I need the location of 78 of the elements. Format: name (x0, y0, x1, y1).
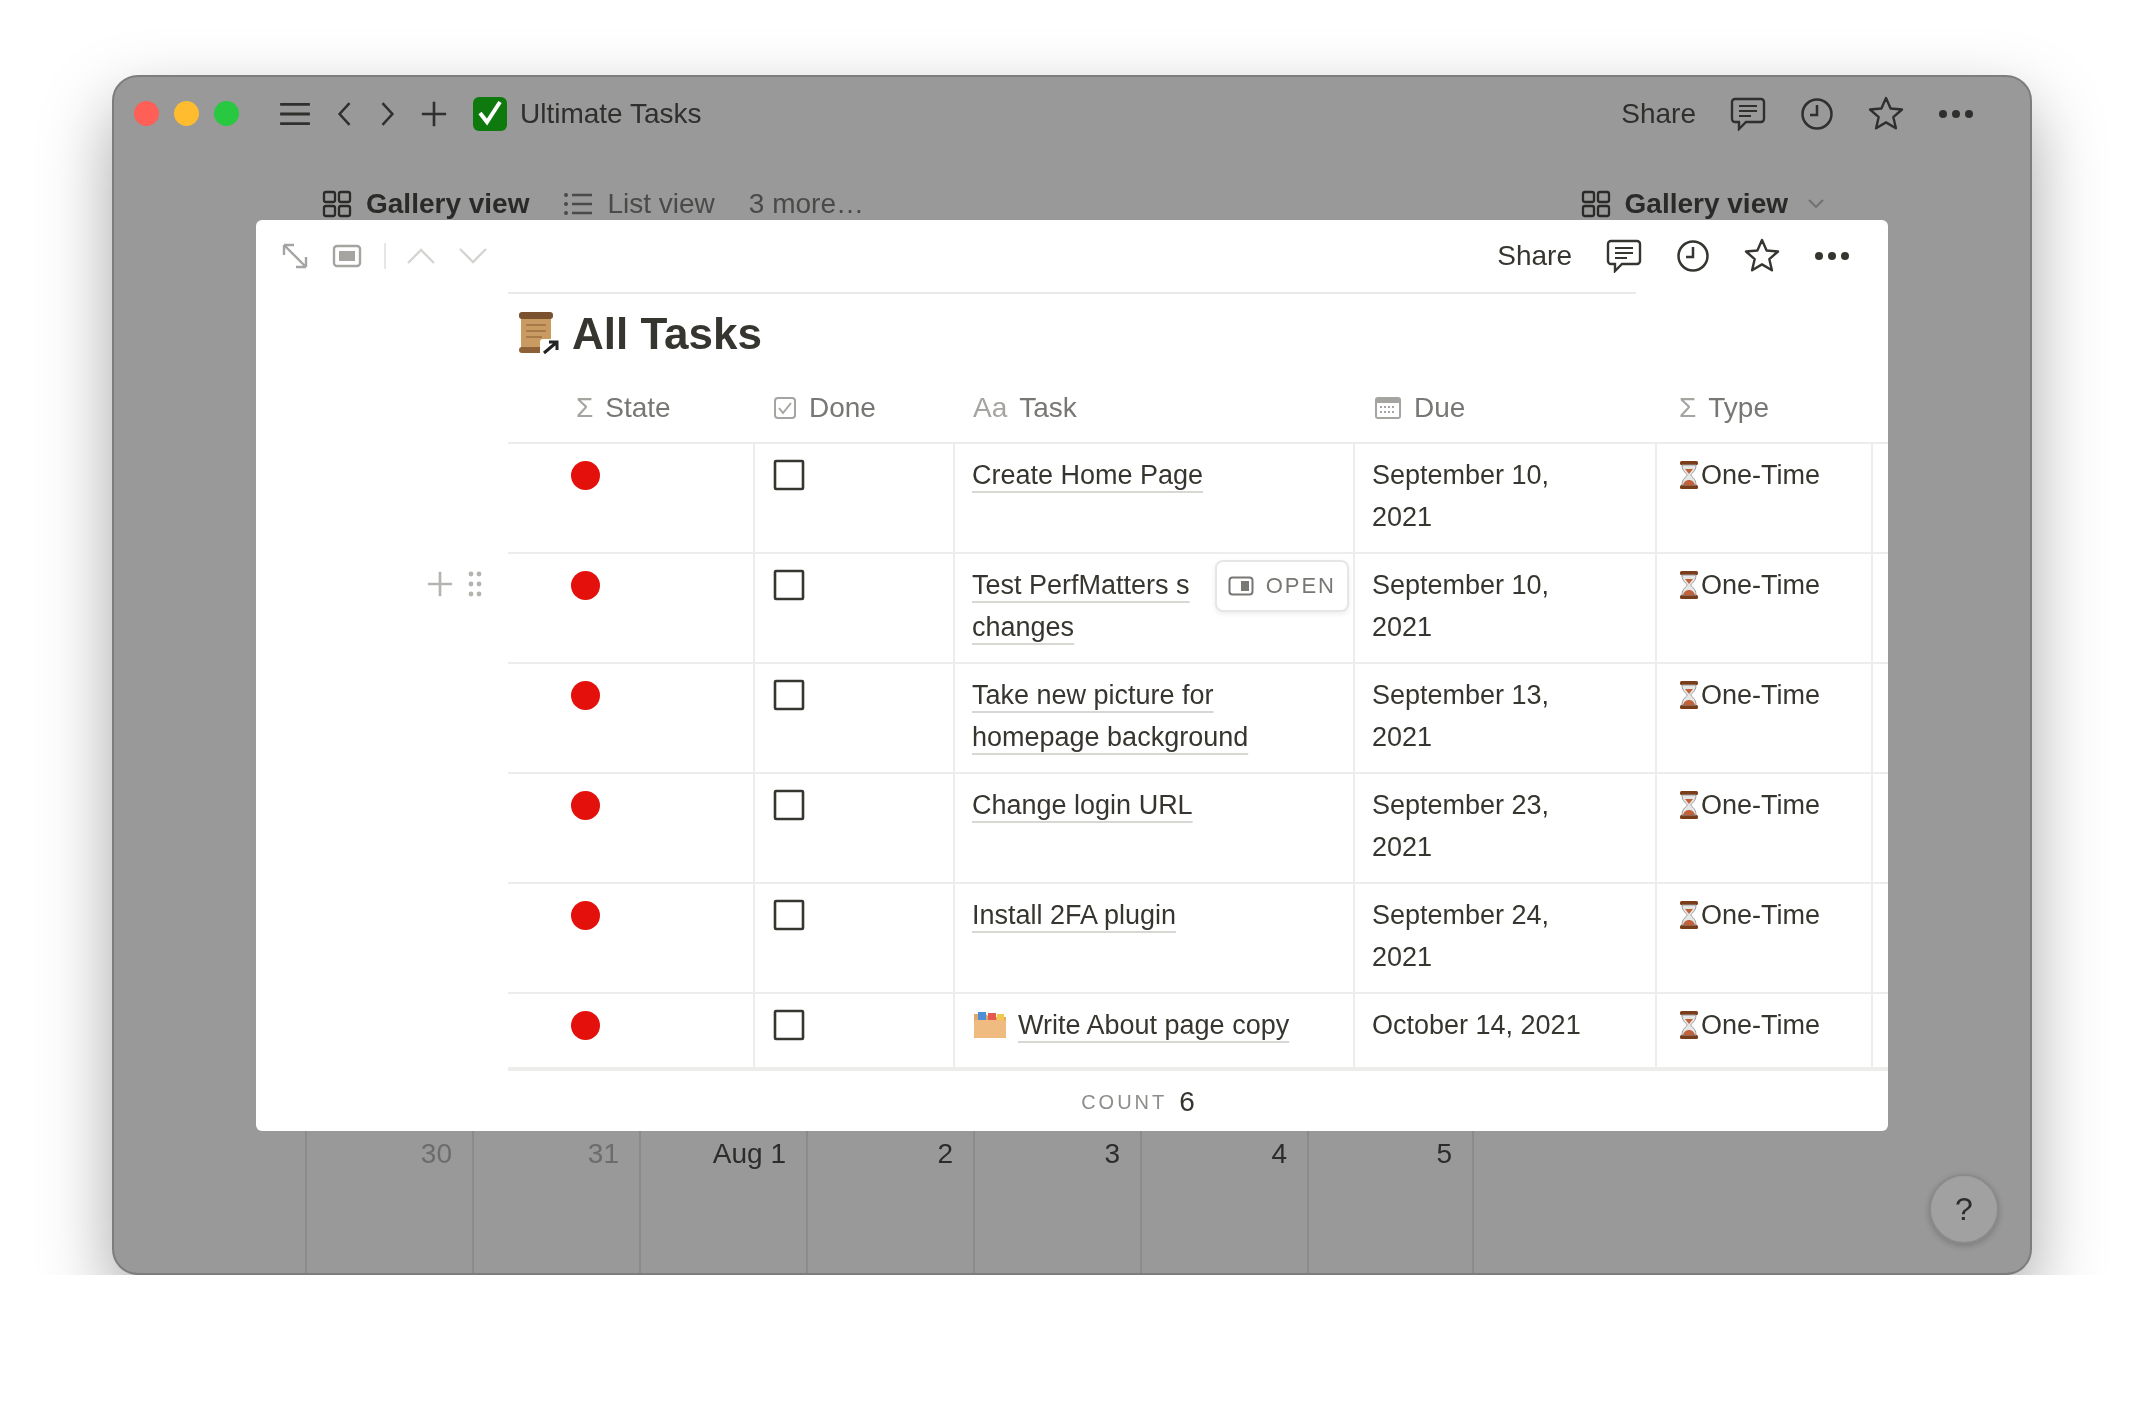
checkbox[interactable] (773, 1009, 805, 1041)
hourglass-icon (1679, 790, 1699, 820)
star-icon[interactable] (1868, 95, 1904, 132)
scroll-link-icon (516, 311, 562, 357)
star-icon[interactable] (1744, 238, 1780, 274)
side-panel-icon (1227, 576, 1254, 596)
grid-icon (322, 190, 352, 218)
help-button[interactable]: ? (1929, 1174, 1999, 1244)
count-value: 6 (1179, 1086, 1195, 1118)
due-date: September 23, 2021 (1372, 789, 1551, 864)
list-icon (563, 192, 594, 216)
text-type-icon: Aa (973, 392, 1008, 424)
day-number: 3 (1104, 1138, 1120, 1169)
table-row[interactable]: Take new picture for homepage background September 13, 2021 One-Time (508, 664, 1888, 774)
checkbox[interactable] (773, 899, 805, 931)
view-dropdown[interactable]: Gallery view (1580, 188, 1824, 220)
day-number: Aug 1 (712, 1138, 786, 1169)
calendar-icon (1374, 396, 1402, 420)
share-button[interactable]: Share (1621, 97, 1696, 130)
add-icon[interactable] (420, 99, 448, 128)
type-label: One-Time (1701, 899, 1821, 932)
hourglass-icon (1679, 1010, 1699, 1040)
sigma-icon: Σ (576, 392, 594, 424)
count-label: COUNT (1081, 1090, 1168, 1114)
drag-handle-icon[interactable] (468, 571, 482, 597)
type-label: One-Time (1701, 459, 1821, 492)
table-row[interactable]: Change login URL September 23, 2021 One-Time (508, 774, 1888, 884)
column-header[interactable]: Done (809, 392, 876, 424)
checkbox[interactable] (773, 459, 805, 491)
day-number: 4 (1271, 1138, 1287, 1169)
share-button[interactable]: Share (1497, 240, 1572, 272)
column-header[interactable]: State (605, 392, 671, 424)
grid-icon (1580, 190, 1611, 218)
view-tab[interactable]: List view (563, 188, 715, 220)
hourglass-icon (1679, 570, 1699, 600)
hourglass-icon (1679, 680, 1699, 710)
view-tab[interactable]: Gallery view (322, 188, 530, 220)
checkbox[interactable] (773, 569, 805, 601)
table-row[interactable]: Install 2FA plugin September 24, 2021 One-Time (508, 884, 1888, 994)
history-icon[interactable] (1676, 239, 1710, 273)
comment-icon[interactable] (1606, 239, 1642, 273)
table-row[interactable]: Test PerfMatters s changes OPEN September 10, 2021 One-Time (508, 554, 1888, 664)
type-label: One-Time (1701, 679, 1821, 712)
task-link[interactable]: Take new picture for homepage background (972, 674, 1336, 758)
type-label: One-Time (1701, 569, 1821, 602)
task-link[interactable]: Create Home Page (972, 454, 1204, 496)
checkbox[interactable] (773, 789, 805, 821)
view-tab[interactable]: 3 more… (748, 188, 864, 220)
checkbox-icon (773, 396, 797, 420)
task-link[interactable]: Write About page copy (1018, 1004, 1290, 1046)
table-row[interactable]: Write About page copy October 14, 2021 One-Time (508, 994, 1888, 1069)
due-date: October 14, 2021 (1372, 1009, 1582, 1042)
due-date: September 10, 2021 (1372, 569, 1551, 644)
day-number: 5 (1436, 1138, 1452, 1169)
column-header[interactable]: Due (1414, 392, 1466, 424)
column-header[interactable]: Task (1019, 392, 1077, 424)
sigma-icon: Σ (1679, 392, 1697, 424)
task-link[interactable]: Test PerfMatters s changes (972, 564, 1213, 648)
page-title: All Tasks (572, 309, 762, 359)
checkbox[interactable] (773, 679, 805, 711)
type-label: One-Time (1701, 1009, 1821, 1042)
more-icon[interactable] (1814, 251, 1850, 261)
checkmark-icon (472, 95, 508, 132)
caret-icon (1808, 199, 1824, 209)
due-date: September 10, 2021 (1372, 459, 1551, 534)
column-header[interactable]: Type (1708, 392, 1769, 424)
day-number: 2 (937, 1138, 953, 1169)
hourglass-icon (1679, 900, 1699, 930)
type-label: One-Time (1701, 789, 1821, 822)
task-link[interactable]: Install 2FA plugin (972, 894, 1177, 936)
task-link[interactable]: Change login URL (972, 784, 1193, 826)
hourglass-icon (1679, 460, 1699, 490)
due-date: September 13, 2021 (1372, 679, 1551, 754)
table-row[interactable]: Create Home Page September 10, 2021 One-Time (508, 444, 1888, 554)
menu-icon[interactable] (278, 100, 312, 127)
open-button[interactable]: OPEN (1214, 560, 1349, 612)
window-title: Ultimate Tasks (520, 97, 702, 130)
due-date: September 24, 2021 (1372, 899, 1551, 974)
